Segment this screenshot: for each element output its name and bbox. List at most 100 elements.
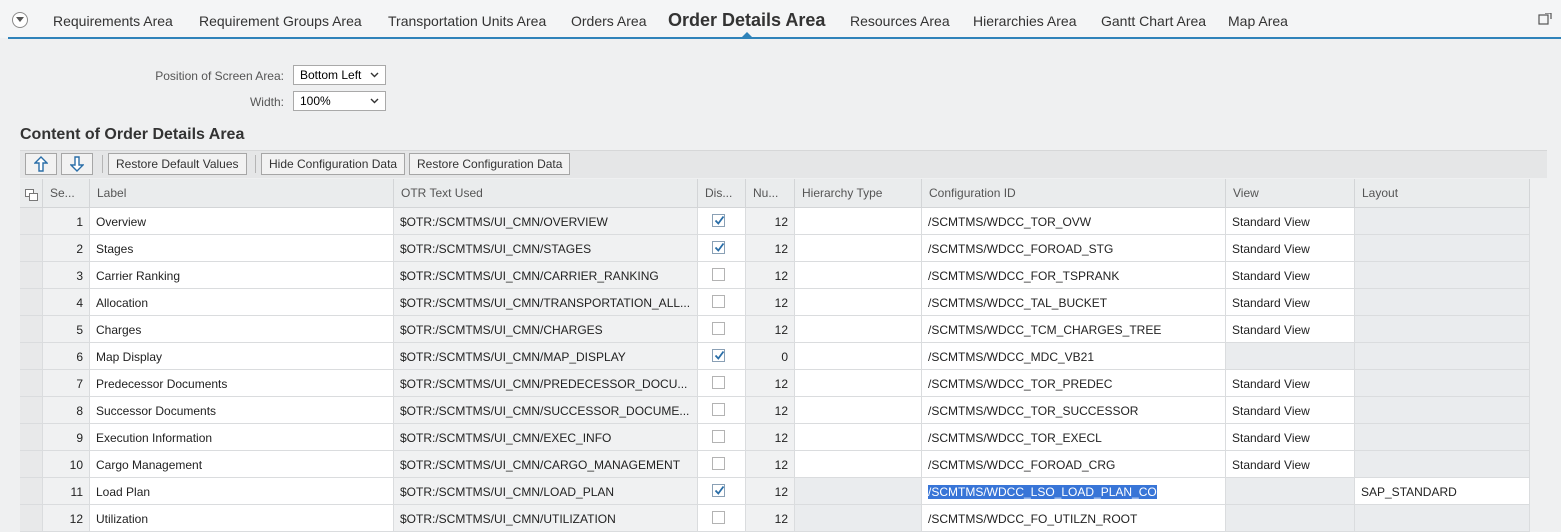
display-checkbox-checked[interactable] (712, 349, 725, 362)
cell-view[interactable] (1226, 343, 1355, 370)
cell-hierarchy-type[interactable] (795, 397, 922, 424)
cell-layout[interactable] (1355, 289, 1530, 316)
cell-configuration-id[interactable]: /SCMTMS/WDCC_FOROAD_STG (922, 235, 1226, 262)
cell-hierarchy-type[interactable] (795, 289, 922, 316)
cell-layout[interactable] (1355, 235, 1530, 262)
cell-layout[interactable] (1355, 316, 1530, 343)
row-selector[interactable] (20, 343, 43, 370)
display-checkbox[interactable] (712, 268, 725, 281)
row-selector[interactable] (20, 424, 43, 451)
cell-view[interactable]: Standard View (1226, 208, 1355, 235)
restore-default-values-button[interactable]: Restore Default Values (108, 153, 247, 175)
cell-layout[interactable] (1355, 208, 1530, 235)
column-header-display[interactable]: Dis... (698, 179, 746, 208)
tab-hierarchies-area[interactable]: Hierarchies Area (973, 13, 1077, 29)
cell-label[interactable]: Successor Documents (90, 397, 394, 424)
cell-configuration-id[interactable]: /SCMTMS/WDCC_MDC_VB21 (922, 343, 1226, 370)
row-selector[interactable] (20, 208, 43, 235)
cell-view[interactable]: Standard View (1226, 262, 1355, 289)
cell-layout[interactable] (1355, 505, 1530, 532)
move-down-button[interactable] (61, 153, 93, 175)
cell-view[interactable]: Standard View (1226, 424, 1355, 451)
cell-layout[interactable]: SAP_STANDARD (1355, 478, 1530, 505)
cell-hierarchy-type[interactable] (795, 370, 922, 397)
cell-layout[interactable] (1355, 397, 1530, 424)
cell-label[interactable]: Stages (90, 235, 394, 262)
position-select[interactable]: Bottom Left (293, 65, 386, 85)
cell-hierarchy-type[interactable] (795, 262, 922, 289)
tab-overflow-icon[interactable] (1538, 13, 1552, 26)
cell-label[interactable]: Charges (90, 316, 394, 343)
column-header-configuration-id[interactable]: Configuration ID (922, 179, 1226, 208)
column-header-number[interactable]: Nu... (746, 179, 795, 208)
cell-view[interactable] (1226, 478, 1355, 505)
cell-hierarchy-type[interactable] (795, 343, 922, 370)
display-checkbox[interactable] (712, 457, 725, 470)
display-checkbox-checked[interactable] (712, 214, 725, 227)
cell-label[interactable]: Overview (90, 208, 394, 235)
display-checkbox-checked[interactable] (712, 241, 725, 254)
column-header-view[interactable]: View (1226, 179, 1355, 208)
cell-hierarchy-type[interactable] (795, 505, 922, 532)
tab-transportation-units-area[interactable]: Transportation Units Area (388, 13, 546, 29)
tab-requirements-area[interactable]: Requirements Area (53, 13, 173, 29)
cell-layout[interactable] (1355, 424, 1530, 451)
tab-orders-area[interactable]: Orders Area (571, 13, 646, 29)
cell-configuration-id[interactable]: /SCMTMS/WDCC_TOR_OVW (922, 208, 1226, 235)
cell-view[interactable]: Standard View (1226, 289, 1355, 316)
cell-hierarchy-type[interactable] (795, 424, 922, 451)
cell-label[interactable]: Load Plan (90, 478, 394, 505)
cell-configuration-id[interactable]: /SCMTMS/WDCC_FOROAD_CRG (922, 451, 1226, 478)
tab-gantt-chart-area[interactable]: Gantt Chart Area (1101, 13, 1206, 29)
row-selector[interactable] (20, 397, 43, 424)
tab-resources-area[interactable]: Resources Area (850, 13, 950, 29)
cell-configuration-id[interactable]: /SCMTMS/WDCC_TOR_EXECL (922, 424, 1226, 451)
cell-label[interactable]: Predecessor Documents (90, 370, 394, 397)
cell-label[interactable]: Cargo Management (90, 451, 394, 478)
row-selector[interactable] (20, 478, 43, 505)
display-checkbox[interactable] (712, 376, 725, 389)
cell-configuration-id[interactable]: /SCMTMS/WDCC_TAL_BUCKET (922, 289, 1226, 316)
tab-requirement-groups-area[interactable]: Requirement Groups Area (199, 13, 362, 29)
row-selector[interactable] (20, 505, 43, 532)
display-checkbox[interactable] (712, 295, 725, 308)
cell-configuration-id[interactable]: /SCMTMS/WDCC_TCM_CHARGES_TREE (922, 316, 1226, 343)
cell-view[interactable]: Standard View (1226, 451, 1355, 478)
cell-label[interactable]: Carrier Ranking (90, 262, 394, 289)
display-checkbox-checked[interactable] (712, 484, 725, 497)
cell-view[interactable]: Standard View (1226, 370, 1355, 397)
cell-configuration-id[interactable]: /SCMTMS/WDCC_TOR_PREDEC (922, 370, 1226, 397)
display-checkbox[interactable] (712, 430, 725, 443)
cell-configuration-id[interactable]: /SCMTMS/WDCC_TOR_SUCCESSOR (922, 397, 1226, 424)
cell-layout[interactable] (1355, 262, 1530, 289)
cell-view[interactable]: Standard View (1226, 397, 1355, 424)
row-selector[interactable] (20, 451, 43, 478)
cell-layout[interactable] (1355, 451, 1530, 478)
cell-layout[interactable] (1355, 343, 1530, 370)
tab-order-details-area[interactable]: Order Details Area (668, 10, 825, 31)
row-selector[interactable] (20, 370, 43, 397)
restore-configuration-data-button[interactable]: Restore Configuration Data (409, 153, 571, 175)
cell-hierarchy-type[interactable] (795, 478, 922, 505)
cell-label[interactable]: Allocation (90, 289, 394, 316)
cell-hierarchy-type[interactable] (795, 316, 922, 343)
width-select[interactable]: 100% (293, 91, 386, 111)
select-all-header[interactable] (20, 179, 43, 208)
column-header-otr-text[interactable]: OTR Text Used (394, 179, 698, 208)
cell-view[interactable]: Standard View (1226, 316, 1355, 343)
cell-configuration-id[interactable]: /SCMTMS/WDCC_FOR_TSPRANK (922, 262, 1226, 289)
hide-configuration-data-button[interactable]: Hide Configuration Data (261, 153, 406, 175)
display-checkbox[interactable] (712, 403, 725, 416)
row-selector[interactable] (20, 262, 43, 289)
display-checkbox[interactable] (712, 511, 725, 524)
cell-label[interactable]: Utilization (90, 505, 394, 532)
cell-hierarchy-type[interactable] (795, 208, 922, 235)
column-header-hierarchy-type[interactable]: Hierarchy Type (795, 179, 922, 208)
cell-configuration-id[interactable]: /SCMTMS/WDCC_LSO_LOAD_PLAN_CO (922, 478, 1226, 505)
display-checkbox[interactable] (712, 322, 725, 335)
column-header-sequence[interactable]: Se... (43, 179, 90, 208)
cell-layout[interactable] (1355, 370, 1530, 397)
cell-view[interactable]: Standard View (1226, 235, 1355, 262)
cell-label[interactable]: Execution Information (90, 424, 394, 451)
column-header-layout[interactable]: Layout (1355, 179, 1530, 208)
